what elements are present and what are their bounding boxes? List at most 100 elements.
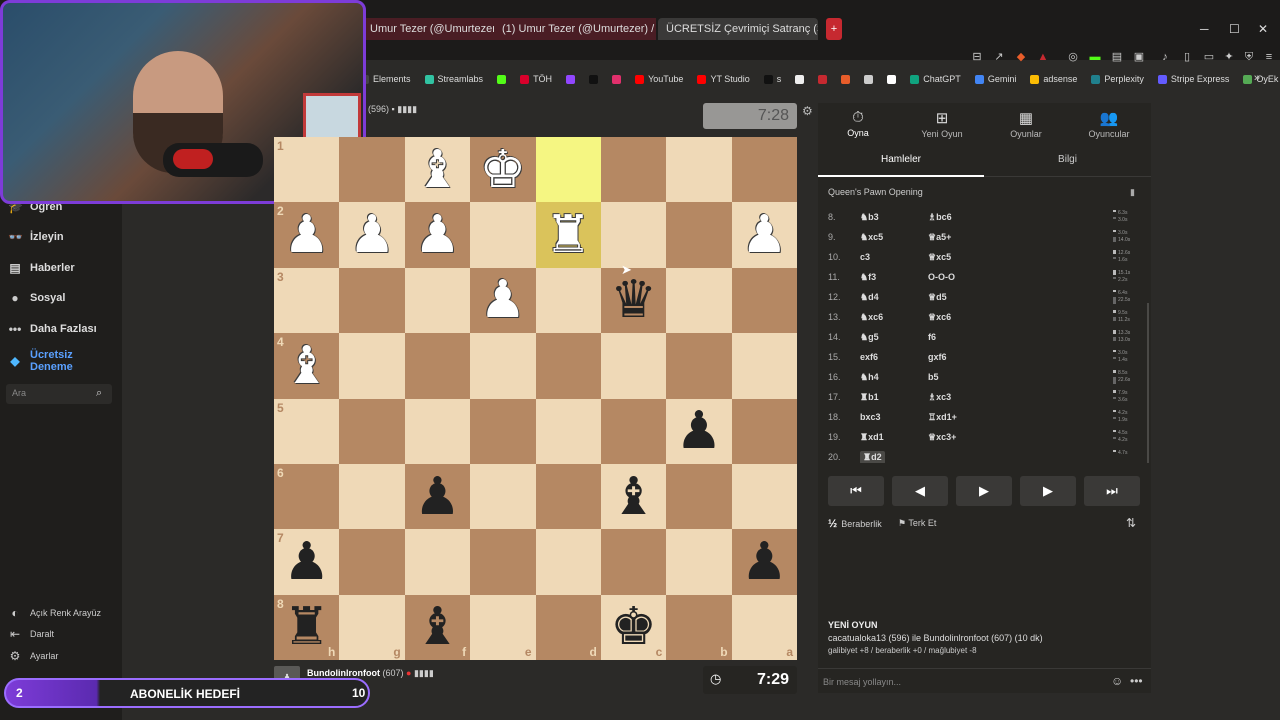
board-square[interactable] [339,137,405,203]
chess-board[interactable]: 1 ♝ ♚ 2 ♟ ♟ ♟ ♜ ♟ 3 ♟ ♛ 4 ♝ 5 ♟ 6 ♟ ♝ 7 ♟ ♟ 8 h ♜ g f ♝ e d c ♚ b a [274,137,797,660]
board-square[interactable] [339,333,405,399]
board-square[interactable] [404,267,471,334]
rewards-icon[interactable]: ▲ [1036,50,1050,64]
board-square[interactable] [339,463,405,530]
bookmark-item[interactable]: Streamlabs [424,74,483,84]
white-bishop-icon[interactable]: ♝ [283,340,330,392]
draw-button[interactable]: ½ Beraberlik [828,518,882,530]
board-square[interactable] [470,398,536,464]
bookmark-item[interactable]: Elements [360,74,411,84]
black-move[interactable]: f6 [928,332,936,342]
board-square[interactable] [470,463,536,530]
music-icon[interactable]: ♪ [1158,50,1172,64]
board-square[interactable]: b [666,594,732,660]
black-rook-icon[interactable]: ♜ [283,601,330,653]
board-square[interactable]: ♟ [339,202,405,268]
board-square[interactable] [535,267,601,334]
board-square[interactable]: 1 [274,137,340,203]
board-square[interactable]: ♟ [731,529,797,595]
browser-tab[interactable]: Umur Tezer (@Umurtezer) / X [362,18,494,40]
emoji-icon[interactable]: ☺ [1111,674,1123,688]
bookmark-item[interactable] [818,74,828,84]
bookmark-item[interactable] [566,74,576,84]
board-square[interactable] [666,202,732,268]
board-square[interactable]: ♜ [535,202,601,268]
board-square[interactable] [339,529,405,595]
player-name[interactable]: Bundolinlronfoot [307,668,380,678]
board-square[interactable] [731,267,797,334]
black-move[interactable]: ♕xc3+ [928,432,956,443]
white-pawn-icon[interactable]: ♟ [283,209,330,261]
board-square[interactable] [339,267,405,334]
board-square[interactable] [731,333,797,399]
board-square[interactable]: ♟ [404,463,471,530]
previous-move-button[interactable]: ◀ [892,476,948,506]
board-square[interactable]: 2 ♟ [274,202,340,268]
white-pawn-icon[interactable]: ♟ [414,209,461,261]
board-square[interactable]: ♟ [731,202,797,268]
black-move[interactable]: O-O-O [928,272,955,282]
bookmark-item[interactable]: TÖH [520,74,552,84]
board-square[interactable] [404,333,471,399]
white-move[interactable]: ♞d4 [860,292,879,303]
tab-moves[interactable]: Hamleler [818,147,984,177]
board-square[interactable]: ♝ [404,137,471,203]
board-square[interactable]: ♟ [470,267,536,334]
board-square[interactable]: d [535,594,601,660]
bookmark-item[interactable]: s [763,74,781,84]
bookmark-item[interactable]: Perplexity [1091,74,1144,84]
white-move[interactable]: ♞b3 [860,212,879,223]
board-square[interactable] [470,202,536,268]
resign-button[interactable]: ⚑ Terk Et [898,518,936,529]
brave-shield-icon[interactable]: ◆ [1014,50,1028,64]
bookmarks-overflow-icon[interactable]: » [1254,72,1260,84]
sidebar-collapse[interactable]: ⇤ Daralt [8,627,54,641]
board-square[interactable] [731,398,797,464]
black-queen-icon[interactable]: ♛ [610,274,657,326]
sidebar-item-social[interactable]: ● Sosyal [8,291,65,305]
sidebar-item-news[interactable]: ▤ Haberler [8,261,74,275]
sidebar-item-free-trial[interactable]: ◆ Ücretsiz Deneme [8,349,98,373]
board-square[interactable] [470,333,536,399]
board-square[interactable] [666,529,732,595]
bookmark-item[interactable]: YT Studio [697,74,750,84]
next-move-button[interactable]: ▶ [1020,476,1076,506]
black-bishop-icon[interactable]: ♝ [414,601,461,653]
black-pawn-icon[interactable]: ♟ [676,405,723,457]
bookmark-item[interactable] [887,74,897,84]
black-pawn-icon[interactable]: ♟ [414,471,461,523]
bookmark-item[interactable] [841,74,851,84]
tab-info[interactable]: Bilgi [984,147,1151,177]
board-square[interactable]: g [339,594,405,660]
board-square[interactable]: 8 h ♜ [274,594,340,660]
board-square[interactable] [535,137,601,203]
board-square[interactable] [731,463,797,530]
board-square[interactable] [339,398,405,464]
chat-input[interactable]: Bir mesaj yollayın... [823,677,901,687]
black-bishop-icon[interactable]: ♝ [610,471,657,523]
sidebar-light-mode[interactable]: ◐ Açık Renk Arayüz [8,606,101,620]
board-square[interactable]: f ♝ [404,594,471,660]
sidebar-item-more[interactable]: ••• Daha Fazlası [8,322,97,336]
tab-play[interactable]: ⏱ Oyna [818,109,898,138]
black-pawn-icon[interactable]: ♟ [741,536,788,588]
first-move-button[interactable]: ⏮ [828,476,884,506]
black-move[interactable]: ♕xc6 [928,312,951,323]
board-square[interactable] [600,202,667,268]
board-square[interactable] [600,333,667,399]
browser-tab-active[interactable]: ÜCRETSİZ Çevrimiçi Satranç (S✕ [658,18,818,40]
board-square[interactable] [535,529,601,595]
board-square[interactable]: 5 [274,398,340,464]
black-move[interactable]: ♖xd1+ [928,412,957,423]
extension-icon[interactable]: ▣ [1132,50,1146,64]
black-move[interactable]: ♕a5+ [928,232,951,243]
board-square[interactable] [731,137,797,203]
black-pawn-icon[interactable]: ♟ [283,536,330,588]
black-move[interactable]: gxf6 [928,352,947,362]
board-square[interactable]: ♟ [666,398,732,464]
board-square[interactable]: ♚ [470,137,536,203]
white-move[interactable]: c3 [860,252,870,262]
black-move[interactable]: ♗bc6 [928,212,952,223]
bookmark-item[interactable]: OyEk [1243,74,1278,84]
board-square[interactable]: 3 [274,267,340,334]
